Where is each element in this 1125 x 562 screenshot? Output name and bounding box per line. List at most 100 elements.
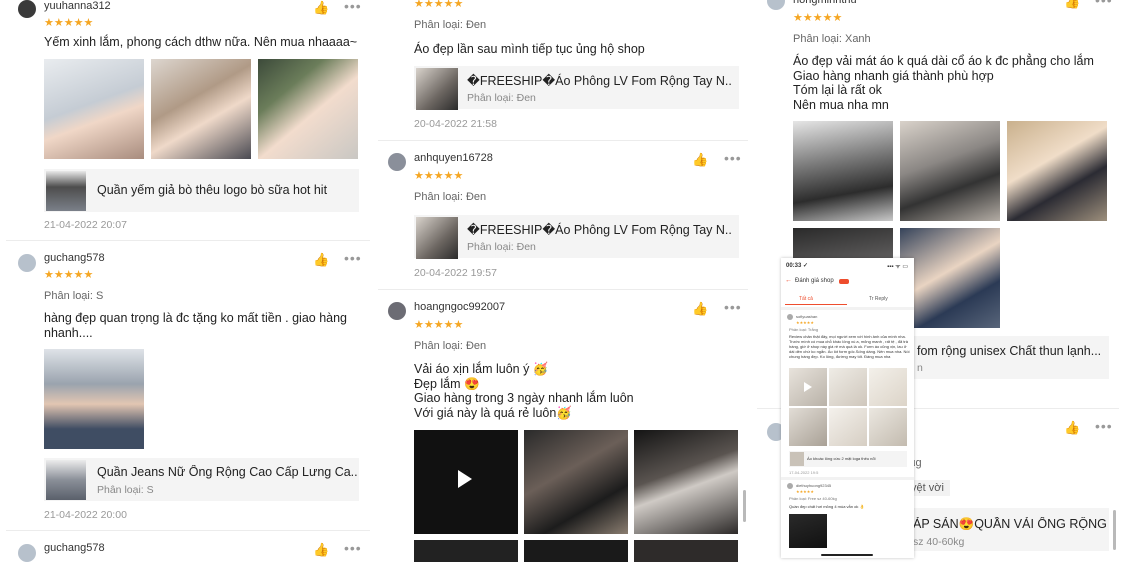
avatar[interactable] (767, 0, 785, 10)
more-dots-icon[interactable]: ••• (344, 0, 362, 14)
review-variant: Phân loại: Xanh (793, 33, 871, 45)
scrollbar[interactable] (1113, 510, 1116, 550)
product-card[interactable]: �FREESHIP�Áo Phông LV Fom Rộng Tay N... … (414, 66, 739, 110)
rating-stars: ★★★★★ (796, 320, 814, 325)
review-comment: Quần đẹp chất hơi mỏng 4 mùa vẫn ok 👌 (789, 504, 865, 509)
thumbs-up-icon[interactable]: 👍 (313, 0, 329, 16)
avatar[interactable] (18, 254, 36, 272)
username: sofiyuashan (796, 314, 818, 319)
thumbs-up-icon[interactable]: 👍 (313, 252, 329, 268)
review-photo[interactable] (44, 59, 144, 159)
product-card[interactable]: Quần yếm giả bò thêu logo bò sữa hot hit (44, 169, 359, 212)
review-column-2: ★★★★★ Phân loại: Đen Áo đẹp lần sau mình… (378, 0, 748, 562)
review-column-1: yuuhanna312 ★★★★★ 👍 ••• Yếm xinh lắm, ph… (6, 0, 370, 562)
review-photo[interactable] (44, 349, 144, 449)
review-comment: Yếm xinh lắm, phong cách dthw nữa. Nên m… (44, 35, 358, 49)
product-title: �FREESHIP�Áo Phông LV Fom Rộng Tay N... (467, 74, 732, 88)
avatar[interactable] (388, 302, 406, 320)
review-photo[interactable] (151, 59, 251, 159)
review-photo (829, 368, 867, 406)
play-icon[interactable] (458, 470, 472, 488)
divider (378, 140, 748, 141)
scrollbar[interactable] (743, 490, 746, 522)
rating-stars: ★★★★★ (793, 12, 843, 24)
avatar[interactable] (388, 153, 406, 171)
review-photo[interactable] (1007, 121, 1107, 221)
rating-stars: ★★★★★ (414, 319, 464, 331)
rating-stars: ★★★★★ (796, 489, 814, 494)
product-thumbnail (46, 460, 86, 500)
review-photo (789, 514, 827, 548)
username: diethuyhuong92345 (796, 483, 832, 488)
review-photo[interactable] (793, 121, 893, 221)
more-dots-icon[interactable]: ••• (1095, 0, 1113, 8)
username[interactable]: guchang578 (44, 252, 105, 264)
review-variant: Phân loại: Đen (414, 191, 487, 203)
username[interactable]: hoangngoc992007 (414, 301, 505, 313)
product-thumbnail (46, 171, 86, 211)
product-title: ẢP SẢN😍QUẦN VẢI ỐNG RỘNG (913, 517, 1107, 531)
review-photo (829, 408, 867, 446)
review-photo[interactable] (634, 540, 738, 562)
tab-reply[interactable]: Tr Reply (869, 296, 888, 302)
thumbs-up-icon[interactable]: 👍 (692, 152, 708, 168)
rating-stars: ★★★★★ (44, 17, 94, 29)
divider (781, 307, 914, 310)
review-comment: hàng đẹp quan trọng là đc tặng ko mất ti… (44, 311, 348, 340)
product-thumbnail (416, 217, 458, 259)
review-date: 21-04-2022 20:07 (44, 219, 127, 231)
product-card[interactable]: Quần Jeans Nữ Ống Rộng Cao Cấp Lưng Ca..… (44, 458, 359, 501)
product-title: �FREESHIP�Áo Phông LV Fom Rộng Tay N... (467, 223, 732, 237)
product-title: Áo khoác lông cừu 2 mặt loga thêu nổi (807, 456, 876, 461)
username[interactable]: yuuhanna312 (44, 0, 111, 12)
review-photo (869, 408, 907, 446)
username[interactable]: hongminhthu (793, 0, 857, 6)
review-variant: Phân loại: Trắng (789, 327, 819, 332)
product-card: Áo khoác lông cừu 2 mặt loga thêu nổi (789, 451, 907, 467)
username[interactable]: anhquyen16728 (414, 152, 493, 164)
thumbs-up-icon[interactable]: 👍 (1064, 0, 1080, 10)
home-indicator (821, 554, 873, 556)
more-dots-icon[interactable]: ••• (1095, 418, 1113, 434)
more-dots-icon[interactable]: ••• (344, 540, 362, 556)
thumbs-up-icon[interactable]: 👍 (692, 301, 708, 317)
divider (781, 477, 914, 480)
tab-all[interactable]: Tất cả (799, 296, 813, 302)
product-title: Quần Jeans Nữ Ống Rộng Cao Cấp Lưng Ca..… (97, 465, 357, 479)
back-arrow-icon[interactable]: ← (785, 277, 792, 284)
product-card[interactable]: �FREESHIP�Áo Phông LV Fom Rộng Tay N... … (414, 215, 739, 259)
play-icon (804, 382, 812, 392)
review-photo (789, 408, 827, 446)
review-photo[interactable] (900, 121, 1000, 221)
product-variant: Phân loại: Đen (467, 92, 536, 104)
review-variant: Phân loại: Đen (414, 340, 487, 352)
review-photo[interactable] (900, 228, 1000, 328)
product-thumbnail (416, 68, 458, 110)
review-photo[interactable] (634, 430, 738, 534)
review-photo (869, 368, 907, 406)
product-variant: sz 40-60kg (913, 536, 965, 548)
thumbs-up-icon[interactable]: 👍 (313, 542, 329, 558)
rating-stars: ★★★★★ (414, 170, 464, 182)
avatar (787, 483, 793, 489)
username[interactable]: guchang578 (44, 542, 105, 554)
review-photo[interactable] (524, 540, 628, 562)
product-thumbnail (790, 452, 804, 466)
thumbs-up-icon[interactable]: 👍 (1064, 420, 1080, 436)
review-comment: Áo đẹp lần sau mình tiếp tục ủng hộ shop (414, 42, 645, 56)
review-photo[interactable] (258, 59, 358, 159)
review-photo[interactable] (524, 430, 628, 534)
avatar[interactable] (18, 0, 36, 18)
product-title: Quần yếm giả bò thêu logo bò sữa hot hit (97, 183, 328, 197)
avatar[interactable] (18, 544, 36, 562)
review-date: 17-04-2022 19:5 (789, 470, 819, 475)
divider (6, 530, 370, 531)
status-time: 00:33 ✓ (786, 263, 809, 269)
more-dots-icon[interactable]: ••• (724, 150, 742, 166)
more-dots-icon[interactable]: ••• (724, 299, 742, 315)
review-variant: ιg (913, 457, 922, 469)
review-video[interactable] (414, 430, 518, 534)
more-dots-icon[interactable]: ••• (344, 250, 362, 266)
review-photo[interactable] (414, 540, 518, 562)
divider (6, 240, 370, 241)
